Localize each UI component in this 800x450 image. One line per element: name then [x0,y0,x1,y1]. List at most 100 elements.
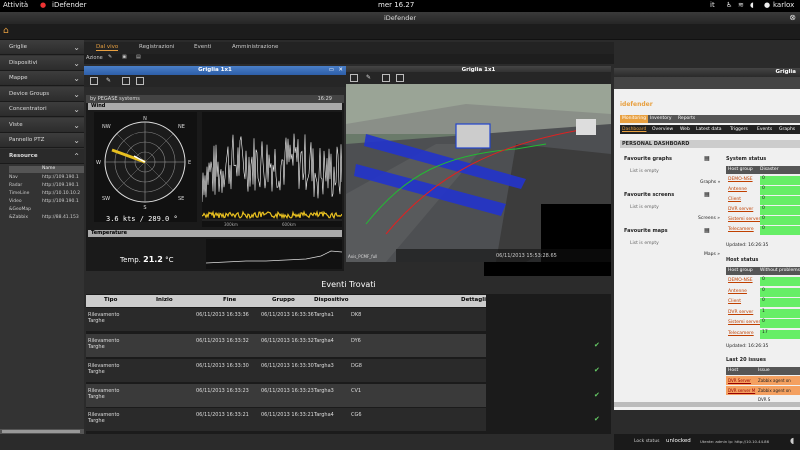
host-status-title: Host status [726,257,759,263]
clock[interactable]: mer 16.27 [378,1,414,9]
column-dispositivo[interactable]: Dispositivo [314,297,348,303]
user-menu[interactable]: karlox [773,1,794,9]
host-group-link[interactable]: Sistemi server [728,320,760,325]
lock-status-label: Lock status [634,439,660,444]
save-icon[interactable]: ▣ [122,54,127,60]
accessibility-icon[interactable]: ♿ [726,1,732,9]
sidebar-item-viste[interactable]: Viste ⌄ [0,118,84,133]
fullscreen-icon[interactable] [382,74,390,82]
idf-subnav-events[interactable]: Events [757,125,772,134]
host-group-link[interactable]: Antenne [728,289,747,294]
issue-host[interactable]: DVR server M [728,386,755,395]
sidebar-item-dispositivi[interactable]: Dispositivi ⌄ [0,56,84,71]
graphs-link[interactable]: Graphs » [700,180,720,185]
host-group-link[interactable]: Telecamere [728,331,754,336]
camera-feed[interactable]: Axis_PCMF_full 06/11/2013 15:53:28.65 [346,84,611,262]
sidebar-item-concentratori[interactable]: Concentratori ⌄ [0,102,84,117]
resource-row[interactable]: Video http://109.190.1 [9,199,84,206]
column-dettagli[interactable]: Dettagli [461,297,486,303]
select-icon[interactable] [90,77,98,85]
host-group-link[interactable]: DVR server [728,310,753,315]
language-indicator[interactable]: it [710,1,715,9]
print-icon[interactable] [396,74,404,82]
select-icon[interactable] [350,74,358,82]
check-icon[interactable]: ✔ [594,391,600,399]
fullscreen-icon[interactable] [122,77,130,85]
fav-graphs-menu-icon[interactable]: ▦ [704,155,710,162]
sidebar-item-mappe[interactable]: Mappe ⌄ [0,71,84,86]
tab-registrazioni[interactable]: Registrazioni [139,44,174,50]
pencil-icon[interactable]: ✎ [108,54,112,60]
column-gruppo[interactable]: Gruppo [272,297,295,303]
idf-horizontal-scrollbar[interactable] [614,402,800,407]
idefender-window-title[interactable]: Griglia [614,68,800,77]
host-group-link[interactable]: Client [728,299,741,304]
host-group-link[interactable]: Telecamere [728,227,754,232]
issue-row[interactable]: DVR ServerZabbix agent on DVR S [726,376,800,392]
pen-icon[interactable]: ✎ [366,74,374,82]
fav-maps-menu-icon[interactable]: ▦ [704,227,710,234]
volume-icon[interactable]: ◖ [750,1,754,9]
table-row[interactable]: Rilevamento Targhe 06/11/2013 16:33:23 06/… [86,384,486,407]
idf-subnav-web[interactable]: Web [680,125,690,134]
idf-subnav-overview[interactable]: Overview [652,125,673,134]
tab-amministrazione[interactable]: Amministrazione [232,44,278,50]
resource-row[interactable]: Radar http://109.190.1 [9,183,84,190]
resource-row[interactable]: &Zabbix http://88.41.153 [9,215,84,222]
tab-dal-vivo[interactable]: Dal vivo [96,44,119,51]
column-fine[interactable]: Fine [223,297,236,303]
host-group-link[interactable]: DVR server [728,207,753,212]
activities-button[interactable]: Attività [3,1,28,9]
grid-window-title[interactable]: Griglia 1x1 ▭ ✕ [84,66,346,75]
resource-row[interactable]: &GeoMap [9,207,84,214]
sidebar-item-resource[interactable]: Resource ⌃ [0,149,84,164]
host-group-link[interactable]: DEMO-NSE [728,278,753,283]
sidebar-item-griglie[interactable]: Griglie ⌄ [0,40,84,55]
idefender-home-icon[interactable]: ⌂ [3,26,9,36]
issue-row[interactable]: DVR server M Zabbix agent on DVR S [726,386,800,402]
issue-host[interactable]: DVR Server [728,376,751,385]
screens-link[interactable]: Screens » [698,216,720,221]
app-menu[interactable]: iDefender [52,1,86,9]
idf-nav-inventory[interactable]: Inventory [650,115,672,123]
tab-eventi[interactable]: Eventi [194,44,211,50]
idf-subnav-dashboard[interactable]: Dashboard [622,125,646,134]
idf-nav-reports[interactable]: Reports [678,115,695,123]
print-icon[interactable] [136,77,144,85]
column-inizio[interactable]: Inizio [156,297,173,303]
user-icon[interactable]: ● [764,1,770,9]
close-window-icon[interactable]: ⊗ [789,12,796,24]
fav-screens-menu-icon[interactable]: ▦ [704,191,710,198]
resource-row[interactable]: Nav http://109.190.1 [9,175,84,182]
scrollbar-thumb[interactable] [2,430,80,433]
close-icon[interactable]: ✕ [338,66,343,75]
idf-subnav-latest-data[interactable]: Latest data [696,125,721,134]
check-icon[interactable]: ✔ [594,366,600,374]
table-row[interactable]: Rilevamento Targhe 06/11/2013 16:33:30 06/… [86,359,486,382]
maps-link[interactable]: Maps » [704,252,720,257]
idf-subnav-graphs[interactable]: Graphs [779,125,795,134]
pen-icon[interactable]: ✎ [106,77,114,85]
wifi-icon[interactable]: ≋ [738,1,744,9]
fav-maps-empty: List is empty [630,241,659,246]
idf-subnav-triggers[interactable]: Triggers [730,125,748,134]
sidebar-scrollbar[interactable] [0,429,84,434]
table-row[interactable]: Rilevamento Targhe 06/11/2013 16:33:32 06/… [86,334,486,357]
cell-tipo: Rilevamento Targhe [88,338,120,350]
host-group-link[interactable]: Antenne [728,187,747,192]
host-group-link[interactable]: Sistemi server [728,217,760,222]
speaker-icon[interactable]: ◖ [790,436,794,445]
minimize-icon[interactable]: ▭ [329,66,334,75]
check-icon[interactable]: ✔ [594,415,600,423]
check-icon[interactable]: ✔ [594,341,600,349]
resource-row[interactable]: TimeLine http://10.10.10.2 [9,191,84,198]
table-row[interactable]: Rilevamento Targhe 06/11/2013 16:33:21 06/… [86,408,486,431]
table-row[interactable]: Rilevamento Targhe 06/11/2013 16:33:36 06/… [86,308,486,331]
idf-nav-monitoring[interactable]: Monitoring [620,115,649,123]
host-group-link[interactable]: Client [728,197,741,202]
sidebar-item-pannello-ptz[interactable]: Pannello PTZ ⌄ [0,133,84,148]
delete-icon[interactable]: ▤ [136,54,141,60]
host-group-link[interactable]: DEMO-NSE [728,177,753,182]
sidebar-item-device-groups[interactable]: Device Groups ⌄ [0,87,84,102]
column-tipo[interactable]: Tipo [104,297,117,303]
